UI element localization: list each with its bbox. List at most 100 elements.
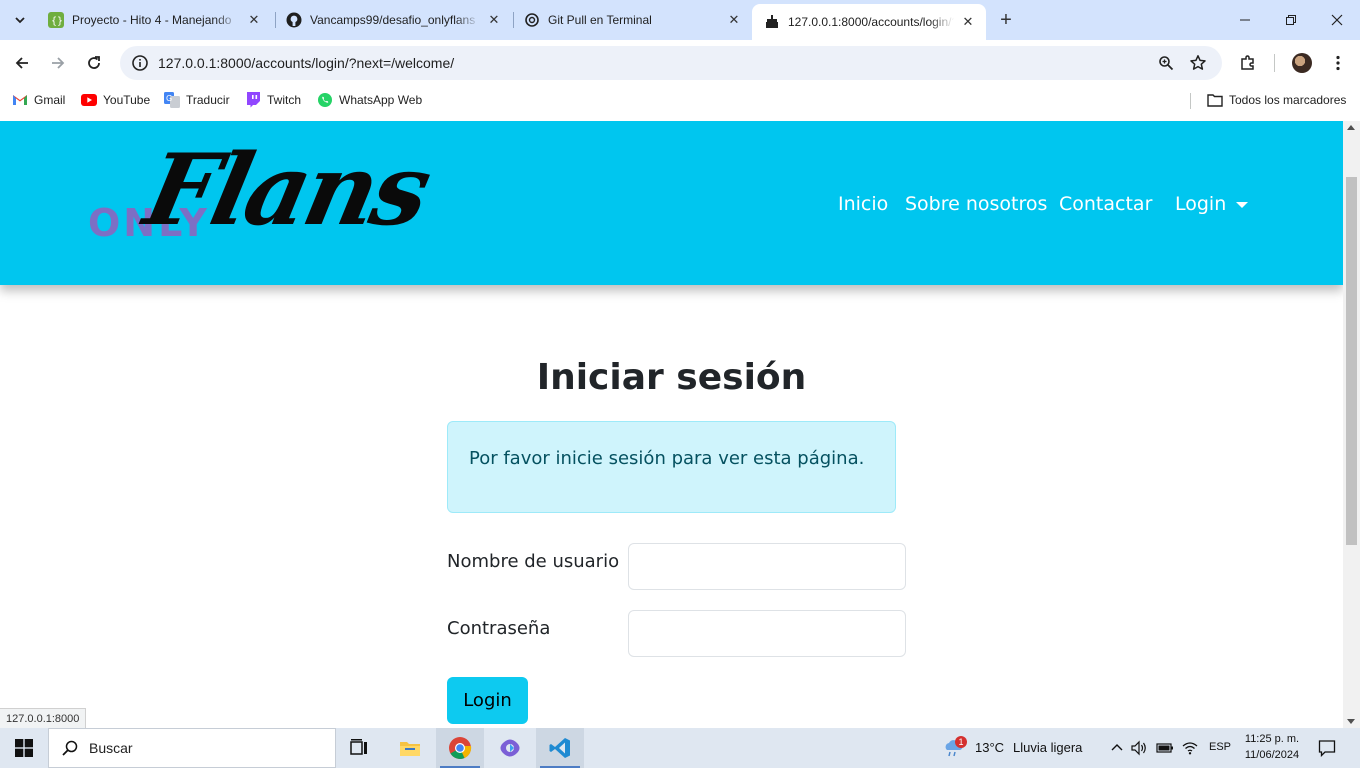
whatsapp-icon [317,92,333,108]
close-tab-icon[interactable]: ✕ [726,12,742,28]
password-label: Contraseña [447,618,551,639]
battery-icon[interactable] [1156,739,1174,757]
site-logo[interactable]: ONLY Flans [86,133,437,263]
tab-title: Proyecto - Hito 4 - Manejando [72,13,232,27]
site-info-icon[interactable] [128,51,152,75]
nav-sobre-nosotros[interactable]: Sobre nosotros [905,193,1047,215]
taskbar-search[interactable]: Buscar [48,728,336,768]
password-input[interactable] [628,610,906,657]
tab-title: 127.0.0.1:8000/accounts/login/? [788,15,954,29]
chrome-taskbar-button[interactable] [436,728,484,768]
system-clock[interactable]: 11:25 p. m. 11/06/2024 [1232,731,1312,763]
weather-temp: 13°C [975,740,1005,755]
arrow-right-icon [52,57,65,69]
tab-login-active[interactable]: 127.0.0.1:8000/accounts/login/? ✕ [752,4,986,40]
restore-icon [1286,15,1296,25]
bookmark-label: Twitch [267,93,302,107]
username-input[interactable] [628,543,906,590]
forward-button[interactable] [42,47,74,79]
svg-text:G: G [166,94,172,103]
nav-inicio[interactable]: Inicio [838,193,888,215]
svg-text:{}: {} [51,16,63,27]
nav-contactar[interactable]: Contactar [1059,193,1152,215]
notifications-icon[interactable] [1318,739,1336,757]
scrollbar-thumb[interactable] [1346,177,1357,545]
bookmark-translate[interactable]: G Traducir [164,92,230,108]
page-scrollbar[interactable] [1343,121,1360,728]
tab-chatgpt[interactable]: Git Pull en Terminal ✕ [512,4,752,36]
openai-icon [524,12,540,28]
cake-icon [764,14,780,30]
extensions-icon[interactable] [1234,49,1262,77]
gmail-icon [12,92,28,108]
bookmark-gmail[interactable]: Gmail [12,92,65,108]
menu-button[interactable] [1324,49,1352,77]
taskbar-search-placeholder: Buscar [89,740,133,756]
browser-toolbar: 127.0.0.1:8000/accounts/login/?next=/wel… [0,40,1360,86]
username-label: Nombre de usuario [447,551,620,572]
logo-flans-text: Flans [135,133,437,248]
site-header: ONLY Flans Inicio Sobre nosotros Contact… [0,121,1343,285]
close-tab-icon[interactable]: ✕ [486,12,502,28]
twitch-icon [245,92,261,108]
code-brackets-icon: {} [48,12,64,28]
file-explorer-button[interactable] [386,728,434,768]
tab-github[interactable]: Vancamps99/desafio_onlyflans ✕ [274,4,512,36]
tray-overflow-icon[interactable] [1108,739,1126,757]
profile-avatar-button[interactable] [1288,49,1316,77]
close-window-button[interactable] [1314,0,1360,40]
toolbar-divider [1274,54,1275,72]
restore-button[interactable] [1268,0,1314,40]
address-bar[interactable]: 127.0.0.1:8000/accounts/login/?next=/wel… [120,46,1222,80]
task-view-button[interactable] [336,728,384,768]
tab-proyecto[interactable]: {} Proyecto - Hito 4 - Manejando ✕ [36,4,272,36]
bookmark-label: Traducir [186,93,230,107]
weather-badge: 1 [955,736,967,748]
scroll-up-icon[interactable] [1347,125,1355,130]
back-button[interactable] [6,47,38,79]
reload-icon [88,56,100,69]
avatar [1292,53,1312,73]
windows-taskbar: Buscar 1 13°C Lluvia ligera ESP 11:25 p.… [0,728,1360,768]
all-bookmarks-folder[interactable]: Todos los marcadores [1207,92,1346,108]
close-tab-icon[interactable]: ✕ [246,12,262,28]
close-tab-icon[interactable]: ✕ [960,14,976,30]
chrome-icon [449,737,472,759]
vscode-button[interactable] [536,728,584,768]
bookmark-star-icon[interactable] [1186,51,1210,75]
bookmark-youtube[interactable]: YouTube [81,92,150,108]
tab-title: Git Pull en Terminal [548,13,652,27]
more-vertical-icon [1336,55,1340,71]
bookmarks-bar: Gmail YouTube G Traducir Twitch WhatsApp… [0,86,1360,114]
start-button[interactable] [0,728,48,768]
search-icon [61,739,79,757]
zoom-icon[interactable] [1154,51,1178,75]
page-viewport: ONLY Flans Inicio Sobre nosotros Contact… [0,121,1343,728]
copilot-button[interactable] [486,728,534,768]
bookmark-label: YouTube [103,93,151,107]
all-bookmarks-label: Todos los marcadores [1229,93,1347,107]
nav-login-label: Login [1175,193,1227,215]
login-submit-button[interactable]: Login [447,677,528,724]
status-bubble: 127.0.0.1:8000 [0,708,87,728]
nav-login-dropdown[interactable]: Login [1175,193,1249,215]
task-view-icon [350,739,367,755]
caret-down-icon [1236,201,1249,208]
tab-title: Vancamps99/desafio_onlyflans [310,13,476,27]
tab-search-button[interactable] [6,6,34,34]
bookmark-twitch[interactable]: Twitch [245,92,301,108]
bookmark-label: WhatsApp Web [339,93,423,107]
arrow-left-icon [15,57,28,69]
bookmarks-divider [1190,93,1191,109]
alert-message: Por favor inicie sesión para ver esta pá… [469,448,865,469]
wifi-icon[interactable] [1181,739,1199,757]
language-indicator[interactable]: ESP [1209,741,1231,753]
speaker-icon[interactable] [1130,739,1148,757]
minimize-button[interactable] [1222,0,1268,40]
folder-icon [1207,92,1223,108]
bookmark-whatsapp[interactable]: WhatsApp Web [317,92,422,108]
new-tab-button[interactable]: + [994,8,1018,32]
scroll-down-icon[interactable] [1347,719,1355,724]
reload-button[interactable] [78,47,110,79]
page-title: Iniciar sesión [536,357,807,398]
